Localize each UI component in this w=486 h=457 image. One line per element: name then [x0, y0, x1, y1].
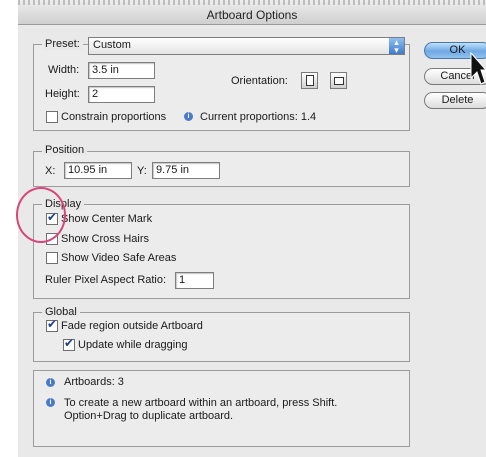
info-icon: i: [46, 398, 55, 407]
highlight-circle: [16, 187, 66, 243]
tip-line-2: Option+Drag to duplicate artboard.: [64, 410, 234, 422]
artboards-count: Artboards: 3: [64, 376, 124, 388]
info-icon: i: [46, 378, 55, 387]
update-while-dragging-label: Update while dragging: [78, 339, 188, 351]
preset-select[interactable]: Custom ▴ ▾: [88, 37, 405, 55]
orientation-label: Orientation:: [231, 75, 288, 87]
position-legend: Position: [42, 144, 88, 156]
x-field[interactable]: 10.95 in: [64, 162, 132, 179]
constrain-proportions-checkbox[interactable]: [46, 111, 58, 123]
title-bar[interactable]: Artboard Options: [18, 0, 486, 25]
ruler-pixel-aspect-label: Ruler Pixel Aspect Ratio:: [45, 274, 167, 286]
delete-button[interactable]: Delete: [424, 92, 486, 109]
portrait-icon: [306, 75, 314, 86]
chevron-up-down-icon: ▴ ▾: [389, 38, 404, 55]
ruler-pixel-aspect-field[interactable]: 1: [175, 272, 214, 289]
y-field[interactable]: 9.75 in: [152, 162, 220, 179]
constrain-proportions-label: Constrain proportions: [61, 111, 167, 123]
update-while-dragging-checkbox[interactable]: [63, 336, 75, 351]
current-proportions: Current proportions: 1.4: [200, 111, 317, 123]
width-label: Width:: [48, 64, 80, 76]
portrait-orientation-button[interactable]: [301, 72, 318, 89]
height-field[interactable]: 2: [88, 86, 155, 103]
landscape-icon: [334, 77, 344, 85]
preset-label: Preset:: [42, 38, 83, 50]
show-video-safe-areas-checkbox[interactable]: [46, 252, 58, 264]
height-label: Height:: [45, 88, 80, 100]
preset-value: Custom: [93, 39, 131, 51]
fade-region-checkbox[interactable]: [46, 317, 58, 332]
window-title: Artboard Options: [206, 8, 298, 22]
mouse-cursor-icon: [470, 52, 486, 85]
show-cross-hairs-label: Show Cross Hairs: [61, 233, 150, 245]
show-video-safe-areas-label: Show Video Safe Areas: [61, 252, 177, 264]
tip-line-1: To create a new artboard within an artbo…: [64, 397, 338, 409]
y-label: Y:: [137, 165, 147, 177]
landscape-orientation-button[interactable]: [330, 72, 347, 89]
x-label: X:: [45, 165, 56, 177]
info-icon: i: [184, 112, 193, 121]
show-center-mark-label: Show Center Mark: [61, 213, 153, 225]
width-field[interactable]: 3.5 in: [88, 62, 155, 79]
fade-region-label: Fade region outside Artboard: [61, 320, 203, 332]
